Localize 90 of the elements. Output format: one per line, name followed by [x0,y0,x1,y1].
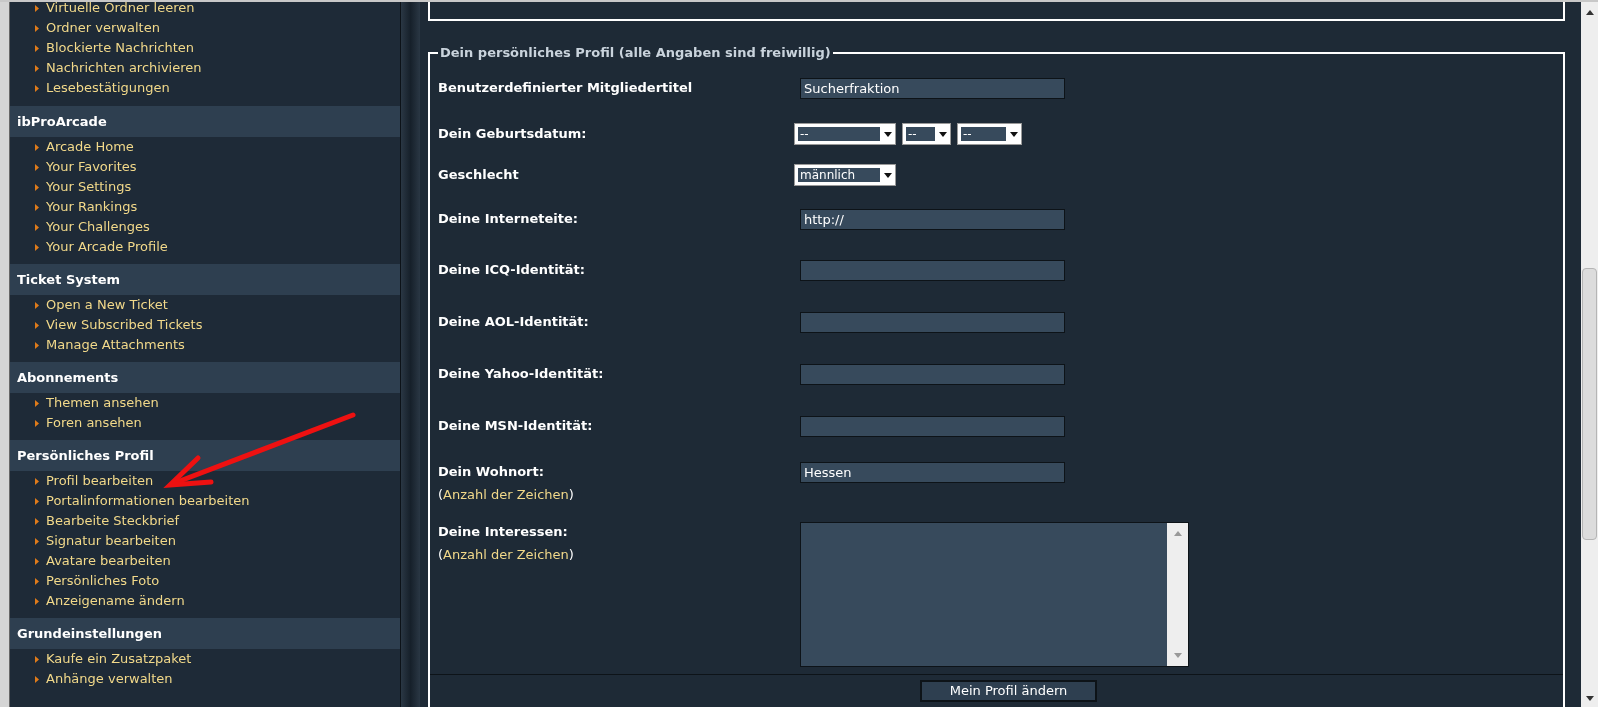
bullet-arrow-icon [35,477,39,485]
character-count-link[interactable]: Anzahl der Zeichen [443,546,569,562]
section-header: Abonnements [10,362,400,393]
field-label: Dein Geburtsdatum: [438,125,588,144]
dropdown[interactable]: -- [957,123,1022,145]
bullet-arrow-icon [35,301,39,309]
caret-icon [884,172,892,178]
scroll-up-icon[interactable] [1585,10,1594,15]
section-header: Grundeinstellungen [10,618,400,649]
sidebar-link[interactable]: Nachrichten archivieren [46,58,202,78]
field-label: Dein Wohnort: [438,463,545,481]
input-field[interactable] [800,415,1065,437]
bullet-arrow-icon [35,675,39,683]
character-count-note: (Anzahl der Zeichen) [438,545,575,564]
bullet-arrow-icon [35,4,39,12]
sidebar-link[interactable]: Lesebestätigungen [46,78,170,98]
field-label: Deine Interessen: [438,523,569,541]
field-label: Geschlecht [438,166,520,185]
scrollbar[interactable] [1581,2,1598,707]
field-label: Deine AOL-Identität: [438,313,590,332]
scrollbar-thumb[interactable] [1582,268,1597,540]
dropdown[interactable]: -- [902,123,951,145]
sidebar-link[interactable]: Avatare bearbeiten [46,551,171,571]
sidebar-link[interactable]: Themen ansehen [46,393,159,413]
input-field[interactable] [800,363,1065,385]
bullet-arrow-icon [35,183,39,191]
caret-icon [884,131,892,137]
section-header: Ticket System [10,264,400,295]
dropdown[interactable]: -- [794,123,896,145]
character-count-note: (Anzahl der Zeichen) [438,485,575,504]
sidebar-link[interactable]: Portalinformationen bearbeiten [46,491,250,511]
bullet-arrow-icon [35,243,39,251]
sidebar-link[interactable]: Ordner verwalten [46,18,160,38]
sidebar-link[interactable]: Bearbeite Steckbrief [46,511,180,531]
input-field[interactable]: http:// [800,208,1065,230]
submit-button[interactable]: Mein Profil ändern [919,680,1098,702]
bullet-arrow-icon [35,497,39,505]
sidebar-link[interactable]: Signatur bearbeiten [46,531,176,551]
bullet-arrow-icon [35,419,39,427]
input-field[interactable] [800,311,1065,333]
bullet-arrow-icon [35,203,39,211]
scroll-down-icon[interactable] [1585,696,1594,701]
sidebar-link[interactable]: Blockierte Nachrichten [46,38,195,58]
sidebar-link[interactable]: Virtuelle Ordner leeren [46,2,195,18]
input-field[interactable]: Sucherfraktion [800,77,1065,99]
bullet-arrow-icon [35,321,39,329]
field-label: Benutzerdefinierter Mitgliedertitel [438,79,694,98]
bullet-arrow-icon [35,84,39,92]
bullet-arrow-icon [35,597,39,605]
sidebar-link[interactable]: Anzeigename ändern [46,591,185,611]
caret-icon [1010,131,1018,137]
bullet-arrow-icon [35,143,39,151]
sidebar-link[interactable]: Kaufe ein Zusatzpaket [46,649,192,669]
sidebar-link[interactable]: Your Favorites [46,157,137,177]
bullet-arrow-icon [35,537,39,545]
field-label: Deine Interneteite: [438,210,579,229]
bullet-arrow-icon [35,341,39,349]
caret-icon [939,131,947,137]
sidebar-link[interactable]: Anhänge verwalten [46,669,173,689]
input-field[interactable]: Hessen [800,462,1065,483]
bullet-arrow-icon [35,223,39,231]
sidebar-link[interactable]: Foren ansehen [46,413,142,433]
character-count-link[interactable]: Anzahl der Zeichen [443,486,569,502]
sidebar-link[interactable]: Profil bearbeiten [46,471,154,491]
section-header: ibProArcade [10,106,400,137]
section-header: Persönliches Profil [10,440,400,471]
input-field[interactable] [800,259,1065,281]
bullet-arrow-icon [35,577,39,585]
sidebar-link[interactable]: Persönliches Foto [46,571,160,591]
sidebar-link[interactable]: Your Rankings [46,197,138,217]
bullet-arrow-icon [35,64,39,72]
sidebar-link[interactable]: View Subscribed Tickets [46,315,203,335]
sidebar-link[interactable]: Manage Attachments [46,335,185,355]
fieldset-legend: Dein persönliches Profil (alle Angaben sind freiwillig) [438,44,833,62]
sidebar-link[interactable]: Your Settings [46,177,132,197]
dropdown[interactable]: männlich [794,164,896,186]
field-label: Deine ICQ-Identität: [438,261,586,280]
bullet-arrow-icon [35,557,39,565]
bullet-arrow-icon [35,44,39,52]
sidebar-link[interactable]: Your Challenges [46,217,150,237]
bullet-arrow-icon [35,399,39,407]
bullet-arrow-icon [35,24,39,32]
sidebar-link[interactable]: Arcade Home [46,137,134,157]
bullet-arrow-icon [35,655,39,663]
field-label: Deine Yahoo-Identität: [438,365,605,384]
bullet-arrow-icon [35,163,39,171]
field-label: Deine MSN-Identität: [438,417,594,436]
bullet-arrow-icon [35,517,39,525]
sidebar-link[interactable]: Your Arcade Profile [46,237,168,257]
sidebar-link[interactable]: Open a New Ticket [46,295,168,315]
